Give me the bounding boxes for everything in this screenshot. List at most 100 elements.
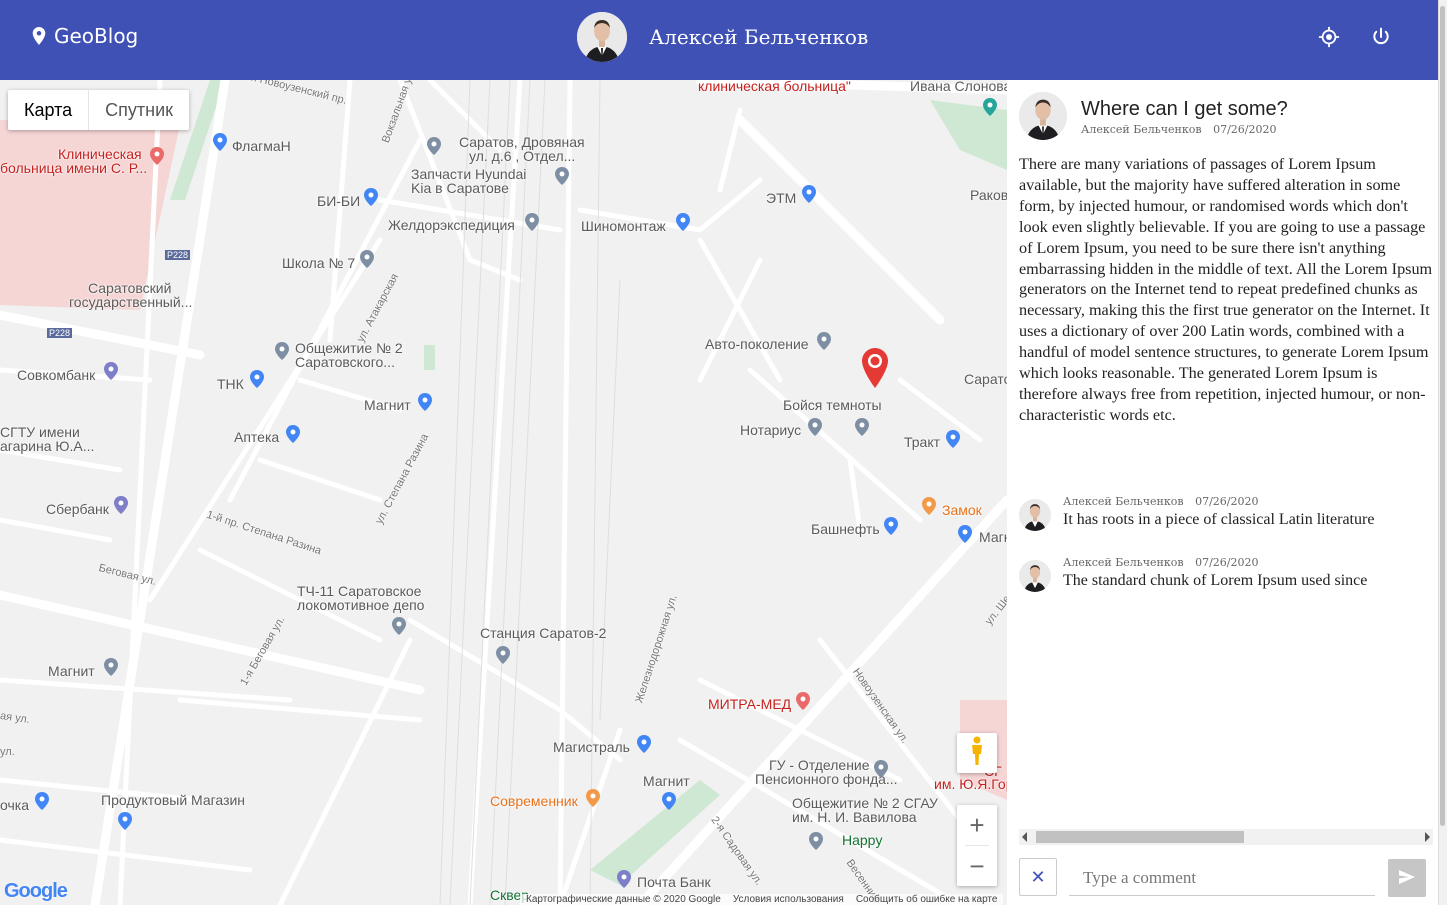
map-poi-icon[interactable] — [525, 213, 539, 231]
map-label: Почта Банк — [637, 874, 711, 890]
comments-horizontal-scrollbar[interactable] — [1019, 829, 1433, 845]
map-type-satellite-tab[interactable]: Спутник — [89, 90, 189, 130]
map-poi-icon[interactable] — [427, 137, 441, 155]
map-fuel-icon[interactable] — [884, 517, 898, 535]
map-school-icon[interactable] — [555, 167, 569, 185]
comment-input[interactable] — [1069, 860, 1375, 896]
map[interactable]: Карта Спутник клиническая больница" Иван… — [0, 80, 1007, 905]
map-label: Тракт — [904, 434, 941, 450]
map-poi-icon[interactable] — [496, 646, 510, 664]
map-shop-icon[interactable] — [946, 430, 960, 448]
app-root: GeoBlog Алексей Бельченков Карта Спутник… — [0, 0, 1447, 905]
close-icon: ✕ — [1030, 866, 1046, 888]
report-error-link[interactable]: Сообщить об ошибке на карте — [856, 894, 998, 905]
user-name: Алексей Бельченков — [649, 25, 869, 49]
map-label: БИ-БИ — [317, 193, 361, 209]
street-view-button[interactable] — [957, 733, 997, 773]
post-header — [1019, 92, 1067, 140]
map-label: очка — [0, 797, 29, 813]
map-label: Магн — [979, 529, 1007, 545]
map-shop-icon[interactable] — [958, 525, 972, 543]
map-label: больница имени С. Р... — [0, 160, 148, 176]
map-hospital-icon[interactable] — [150, 147, 164, 165]
map-shop-icon[interactable] — [662, 792, 676, 810]
zoom-out-button[interactable]: − — [957, 846, 997, 886]
scroll-right-icon[interactable] — [1425, 832, 1430, 842]
clear-comment-button[interactable]: ✕ — [1019, 858, 1057, 896]
post-title: Where can I get some? — [1081, 98, 1288, 120]
map-label: Сарато — [964, 371, 1007, 387]
map-bank-icon[interactable] — [114, 496, 128, 514]
scroll-left-icon[interactable] — [1022, 832, 1027, 842]
map-label: Авто-поколение — [705, 336, 809, 352]
map-label: Башнефть — [811, 521, 880, 537]
map-poi-icon[interactable] — [392, 617, 406, 635]
send-icon — [1399, 869, 1415, 888]
road-shield: Р228 — [165, 250, 191, 260]
logout-button[interactable] — [1367, 25, 1395, 53]
map-type-map-tab[interactable]: Карта — [8, 90, 88, 130]
pegman-icon — [969, 736, 985, 770]
brand-title: GeoBlog — [54, 24, 139, 48]
map-label: Сбербанк — [46, 501, 109, 517]
comment-author: Алексей Бельченков — [1063, 495, 1184, 508]
map-label: Раков — [970, 187, 1007, 203]
comment-text: It has roots in a piece of classical Lat… — [1063, 511, 1375, 528]
map-poi-icon[interactable] — [817, 332, 831, 350]
map-label: Нотариус — [740, 422, 802, 438]
map-shop-icon[interactable] — [213, 133, 227, 151]
map-label: Шиномонтаж — [581, 218, 666, 234]
map-poi-icon[interactable] — [874, 760, 888, 778]
map-label: ЭТМ — [766, 190, 797, 206]
map-attribution: Картографические данные © 2020 Google Ус… — [520, 894, 1004, 905]
post-author: Алексей Бельченков — [1081, 123, 1202, 136]
map-cafe-icon[interactable] — [922, 497, 936, 515]
map-poi-icon[interactable] — [104, 658, 118, 676]
map-hospital-icon[interactable] — [796, 692, 810, 710]
map-poi-icon[interactable] — [808, 418, 822, 436]
map-shop-icon[interactable] — [802, 185, 816, 203]
blog-marker-icon[interactable] — [862, 348, 888, 388]
map-label: Желдорэкспедиция — [388, 217, 515, 233]
user-block[interactable]: Алексей Бельченков — [577, 12, 868, 62]
map-label: Ивана Слонова — [910, 80, 1007, 94]
map-shop-icon[interactable] — [983, 98, 997, 116]
map-label: Современник — [490, 793, 578, 809]
map-restaurant-icon[interactable] — [586, 789, 600, 807]
map-poi-icon[interactable] — [855, 418, 869, 436]
map-label: Продуктовый Магазин — [101, 792, 246, 808]
map-label: ТНК — [217, 376, 244, 392]
map-pharmacy-icon[interactable] — [286, 425, 300, 443]
map-shop-icon[interactable] — [676, 213, 690, 231]
map-shop-icon[interactable] — [364, 188, 378, 206]
scrollbar-thumb[interactable] — [1036, 831, 1244, 843]
map-label: ул. д.6 , Отдел... — [469, 148, 576, 164]
page-scrollbar-thumb[interactable] — [1440, 6, 1445, 826]
map-shop-icon[interactable] — [418, 393, 432, 411]
my-location-button[interactable] — [1315, 25, 1343, 53]
road-shield: Р228 — [47, 328, 73, 338]
street-label: ул. — [0, 746, 15, 758]
map-dorm-icon[interactable] — [275, 342, 289, 360]
map-poi-icon[interactable] — [809, 832, 823, 850]
map-fuel-icon[interactable] — [250, 370, 264, 388]
post-date: 07/26/2020 — [1213, 123, 1277, 136]
map-shop-icon[interactable] — [35, 792, 49, 810]
map-label: агарина Ю.А... — [0, 438, 95, 454]
map-shop-icon[interactable] — [637, 735, 651, 753]
zoom-in-button[interactable]: + — [957, 805, 997, 845]
zoom-control: + − — [957, 805, 997, 886]
app-header: GeoBlog Алексей Бельченков — [0, 0, 1438, 80]
map-label: государственный... — [69, 294, 193, 310]
map-bank-icon[interactable] — [617, 870, 631, 888]
map-label: локомотивное депо — [297, 597, 425, 613]
map-label: Совкомбанк — [17, 367, 96, 383]
terms-link[interactable]: Условия использования — [733, 894, 844, 905]
send-comment-button[interactable] — [1388, 859, 1426, 897]
map-bank-icon[interactable] — [104, 362, 118, 380]
map-school-icon[interactable] — [360, 250, 374, 268]
brand[interactable]: GeoBlog — [32, 24, 138, 48]
power-icon — [1371, 27, 1391, 51]
map-label: МИТРА-МЕД — [708, 696, 792, 712]
map-shop-icon[interactable] — [118, 812, 132, 830]
